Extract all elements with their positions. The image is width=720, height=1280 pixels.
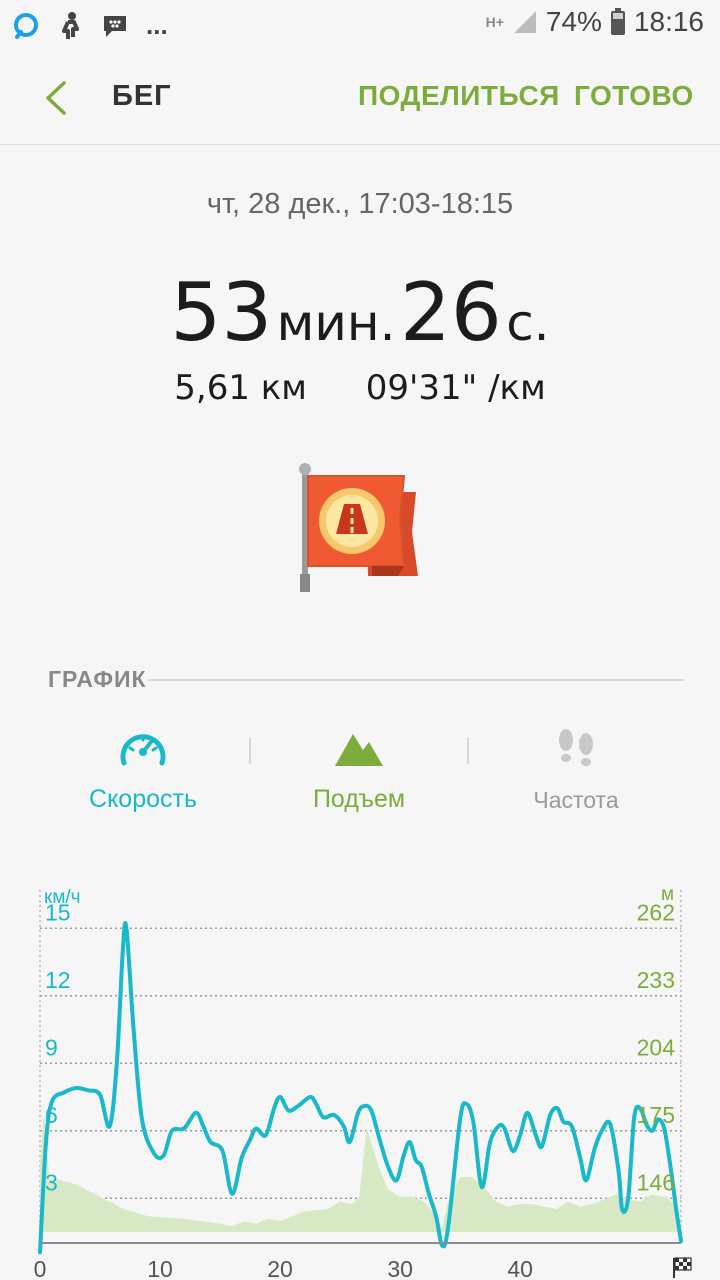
duration-seconds: 26 — [399, 266, 502, 359]
section-title-chart: ГРАФИК — [48, 666, 147, 692]
chat-notification-icon — [104, 15, 126, 37]
x-tick-label: 20 — [267, 1256, 293, 1280]
y-right-tick-label: 233 — [637, 967, 675, 993]
done-button[interactable]: ГОТОВО — [574, 80, 694, 112]
cadence-label: Частота педалирования — [476, 787, 676, 821]
mountain-icon — [335, 734, 383, 766]
cadence-label-line2: педалирования — [493, 813, 659, 821]
x-tick-label: 0 — [34, 1256, 47, 1280]
pace-value: 09'31" /км — [365, 368, 546, 408]
y-left-tick-label: 12 — [45, 967, 71, 993]
cadence-metric-button[interactable]: Частота педалирования — [476, 728, 676, 821]
share-button[interactable]: ПОДЕЛИТЬСЯ — [358, 80, 560, 112]
metric-separator — [467, 738, 469, 764]
battery-level: 74% — [545, 6, 602, 37]
y-left-axis-label: км/ч — [44, 887, 81, 908]
x-tick-label: 40 — [507, 1256, 533, 1280]
footprints-icon — [559, 729, 593, 766]
runner-notification-icon — [62, 11, 79, 39]
x-tick-label: 10 — [147, 1256, 173, 1280]
elevation-metric-button[interactable]: Подъем — [259, 728, 459, 814]
section-divider — [148, 679, 684, 681]
x-tick-label: 30 — [387, 1256, 413, 1280]
y-left-tick-label: 6 — [45, 1102, 58, 1128]
road-flag-icon — [299, 463, 418, 592]
y-left-tick-label: 3 — [45, 1169, 58, 1195]
status-bar: ... H+ 74% 18:16 — [0, 0, 720, 50]
signal-icon — [513, 11, 536, 33]
clock: 18:16 — [633, 6, 704, 37]
y-left-tick-label: 9 — [45, 1034, 58, 1060]
speed-metric-button[interactable]: Скорость — [43, 728, 243, 814]
y-right-tick-label: 146 — [637, 1169, 675, 1195]
page-title: БЕГ — [112, 80, 172, 112]
seconds-unit: с. — [506, 294, 550, 352]
duration-minutes: 53 — [170, 266, 273, 359]
workout-duration: 53 мин. 26 с. — [0, 266, 720, 359]
back-arrow-icon[interactable] — [40, 80, 72, 116]
app-bar: БЕГ ПОДЕЛИТЬСЯ ГОТОВО — [0, 50, 720, 145]
workout-stats: 5,61 км 09'31" /км — [0, 368, 720, 408]
elevation-label: Подъем — [312, 785, 406, 813]
messenger-notification-icon — [14, 12, 38, 39]
distance-value: 5,61 км — [174, 368, 307, 408]
workout-datetime: чт, 28 дек., 17:03-18:15 — [206, 188, 514, 220]
speed-elevation-chart: 15 26212 2339 2046 1753 1460 10 20 30 40 км/ч м — [34, 884, 692, 1280]
y-right-axis-label: м — [661, 884, 674, 905]
metric-separator — [249, 738, 251, 764]
network-type: H+ — [485, 14, 504, 30]
y-right-tick-label: 204 — [637, 1034, 676, 1060]
cadence-label-line1: Частота — [533, 787, 619, 813]
minutes-unit: мин. — [276, 294, 396, 352]
more-notifications: ... — [146, 10, 168, 40]
speed-label: Скорость — [89, 785, 197, 813]
speedometer-icon — [120, 734, 166, 766]
y-right-tick-label: 175 — [637, 1102, 675, 1128]
battery-icon — [610, 8, 625, 35]
finish-flag-icon — [673, 1257, 692, 1278]
